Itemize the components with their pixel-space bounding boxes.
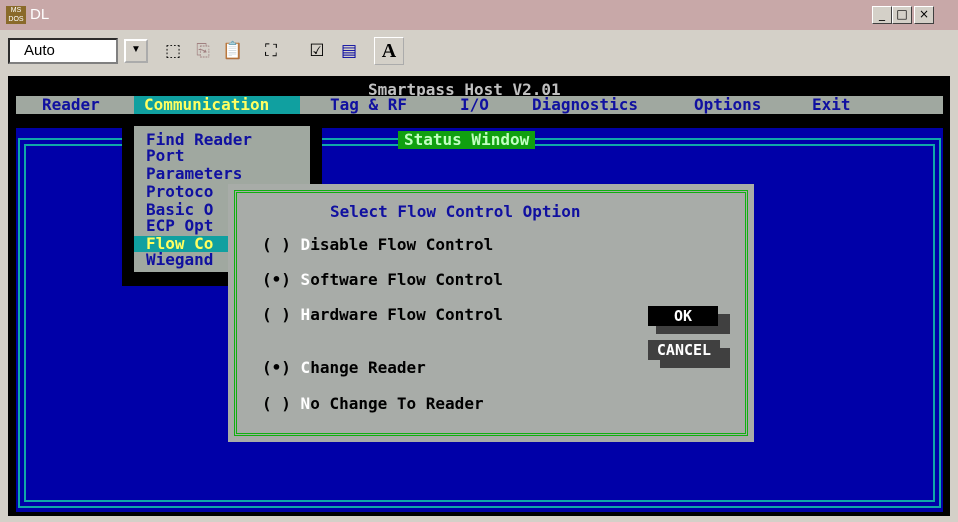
menu-reader[interactable]: Reader: [42, 96, 100, 114]
mark-icon[interactable]: ⬚: [158, 37, 188, 65]
maximize-icon: □: [896, 7, 908, 21]
chevron-down-icon[interactable]: ▼: [124, 39, 148, 63]
title-bar: [0, 0, 958, 30]
menu-exit[interactable]: Exit: [812, 96, 851, 114]
minimize-icon: _: [879, 7, 885, 21]
properties-icon[interactable]: ☑: [302, 37, 332, 65]
close-icon: ×: [918, 7, 930, 21]
ok-button[interactable]: OK: [648, 306, 718, 326]
status-window-title: Status Window: [398, 131, 536, 149]
dialog-title: Select Flow Control Option: [330, 202, 581, 221]
cancel-button[interactable]: CANCEL: [648, 340, 720, 360]
menu-options[interactable]: Options: [694, 96, 761, 114]
dropdown-item-protocol[interactable]: Protoco: [146, 184, 213, 200]
radio-no-change-to-reader[interactable]: ( ) No Change To Reader: [262, 395, 484, 413]
menu-io[interactable]: I/O: [460, 96, 489, 114]
radio-disable-flow-control[interactable]: ( ) Disable Flow Control: [262, 236, 493, 254]
dropdown-item-port[interactable]: Port: [146, 148, 185, 164]
dropdown-item-wiegand[interactable]: Wiegand: [146, 252, 213, 268]
full-screen-icon[interactable]: ⛶: [256, 37, 286, 65]
menu-communication[interactable]: Communication: [134, 96, 300, 114]
paste-icon[interactable]: 📋: [218, 37, 248, 65]
close-button[interactable]: ×: [914, 6, 934, 24]
copy-icon[interactable]: ⎘: [188, 37, 218, 65]
ms-dos-app-icon[interactable]: MS DOS: [6, 6, 26, 24]
font-size-select[interactable]: Auto: [8, 38, 118, 64]
window-title: DL: [30, 6, 50, 23]
menu-diagnostics[interactable]: Diagnostics: [532, 96, 638, 114]
menu-tag-rf[interactable]: Tag & RF: [330, 96, 407, 114]
radio-hardware-flow-control[interactable]: ( ) Hardware Flow Control: [262, 306, 503, 324]
background-icon[interactable]: ▤: [334, 37, 364, 65]
maximize-button[interactable]: □: [892, 6, 912, 24]
dropdown-item-parameters[interactable]: Parameters: [146, 166, 242, 182]
dropdown-item-ecp[interactable]: ECP Opt: [146, 218, 213, 234]
radio-software-flow-control[interactable]: (•) Software Flow Control: [262, 271, 503, 289]
toolbar: Auto ▼ ⬚ ⎘ 📋 ⛶ ☑ ▤ A: [0, 30, 958, 76]
font-button[interactable]: A: [374, 37, 404, 65]
minimize-button[interactable]: _: [872, 6, 892, 24]
radio-change-reader[interactable]: (•) Change Reader: [262, 359, 426, 377]
